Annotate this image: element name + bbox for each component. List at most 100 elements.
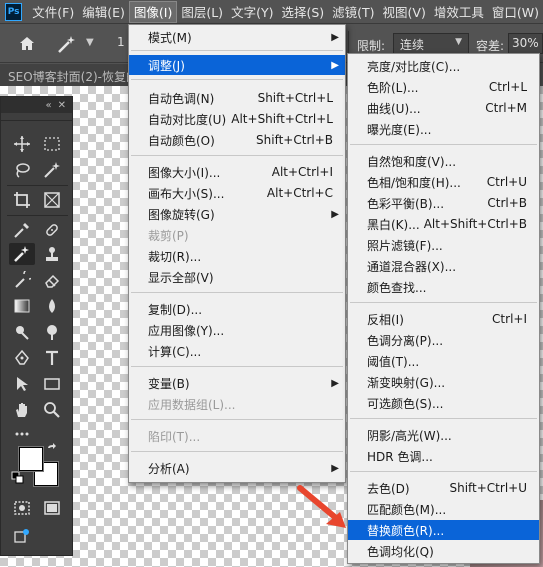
menu-item-label: 自然饱和度(V)...	[367, 154, 457, 169]
limit-select[interactable]: 连续 ▼	[393, 33, 469, 54]
menu-item-label: 分析(A)	[148, 461, 190, 476]
menu-item-hue-saturation[interactable]: 色相/饱和度(H)... Ctrl+U	[348, 172, 539, 192]
move-tool-icon[interactable]	[9, 133, 35, 155]
marquee-tool-icon[interactable]	[39, 133, 65, 155]
menu-item-duplicate[interactable]: 复制(D)...	[129, 299, 345, 319]
close-icon[interactable]: ✕	[58, 100, 66, 111]
foreground-color-swatch[interactable]	[19, 447, 43, 471]
menu-item-gradient-map[interactable]: 渐变映射(G)...	[348, 372, 539, 392]
divider	[131, 79, 343, 80]
menu-item-desaturate[interactable]: 去色(D) Shift+Ctrl+U	[348, 478, 539, 498]
adjustments-submenu: 亮度/对比度(C)... 色阶(L)... Ctrl+L 曲线(U)... Ct…	[347, 53, 540, 564]
menu-item-canvas-size[interactable]: 画布大小(S)... Alt+Ctrl+C	[129, 183, 345, 203]
swap-colors-icon[interactable]	[45, 442, 61, 458]
type-tool-icon[interactable]	[39, 347, 65, 369]
zoom-tool-icon[interactable]	[39, 399, 65, 421]
shortcut: Alt+Shift+Ctrl+L	[231, 112, 333, 126]
gradient-tool-icon[interactable]	[9, 295, 35, 317]
edit-toolbar-icon[interactable]	[9, 525, 35, 547]
eraser-tool-icon[interactable]	[39, 269, 65, 291]
history-brush-tool-icon[interactable]	[9, 269, 35, 291]
menu-item-image-rotation[interactable]: 图像旋转(G) ▶	[129, 204, 345, 224]
collapse-icon[interactable]: «	[45, 100, 51, 111]
menu-item-color-balance[interactable]: 色彩平衡(B)... Ctrl+B	[348, 193, 539, 213]
menu-type[interactable]: 文字(Y)	[227, 1, 277, 23]
menu-item-calculations[interactable]: 计算(C)...	[129, 341, 345, 361]
menu-item-trim[interactable]: 裁切(R)...	[129, 246, 345, 266]
stamp-tool-icon[interactable]	[39, 243, 65, 265]
pen-tool-icon[interactable]	[9, 347, 35, 369]
submenu-arrow-icon: ▶	[331, 377, 339, 389]
healing-brush-tool-icon[interactable]	[39, 219, 65, 241]
menu-item-reveal-all[interactable]: 显示全部(V)	[129, 267, 345, 287]
menu-item-label: 曲线(U)...	[367, 101, 421, 116]
photoshop-logo-icon: Ps	[5, 2, 23, 21]
menu-item-hdr-toning[interactable]: HDR 色调...	[348, 446, 539, 466]
menu-select[interactable]: 选择(S)	[277, 1, 328, 23]
menu-item-label: 亮度/对比度(C)...	[367, 59, 461, 74]
menu-item-apply-image[interactable]: 应用图像(Y)...	[129, 320, 345, 340]
menu-item-exposure[interactable]: 曝光度(E)...	[348, 119, 539, 139]
menu-item-shadows-highlights[interactable]: 阴影/高光(W)...	[348, 425, 539, 445]
menu-item-photo-filter[interactable]: 照片滤镜(F)...	[348, 235, 539, 255]
tolerance-field[interactable]: 30%	[508, 33, 543, 54]
frame-tool-icon[interactable]	[39, 189, 65, 211]
crop-tool-icon[interactable]	[9, 189, 35, 211]
menu-item-curves[interactable]: 曲线(U)... Ctrl+M	[348, 98, 539, 118]
menu-item-levels[interactable]: 色阶(L)... Ctrl+L	[348, 77, 539, 97]
menu-item-variables[interactable]: 变量(B) ▶	[129, 373, 345, 393]
menu-item-replace-color[interactable]: 替换颜色(R)...	[348, 520, 539, 540]
brush-tool-icon[interactable]	[9, 243, 35, 265]
menu-layer[interactable]: 图层(L)	[177, 1, 227, 23]
sponge-tool-icon[interactable]	[39, 321, 65, 343]
menu-item-match-color[interactable]: 匹配颜色(M)...	[348, 499, 539, 519]
more-tools-icon[interactable]	[9, 423, 35, 445]
menu-item-selective-color[interactable]: 可选颜色(S)...	[348, 393, 539, 413]
panel-grip[interactable]	[1, 113, 72, 121]
menu-item-channel-mixer[interactable]: 通道混合器(X)...	[348, 256, 539, 276]
menu-item-auto-color[interactable]: 自动颜色(O) Shift+Ctrl+B	[129, 130, 345, 150]
eyedropper-tool-icon[interactable]	[9, 219, 35, 241]
menu-item-vibrance[interactable]: 自然饱和度(V)...	[348, 151, 539, 171]
submenu-arrow-icon: ▶	[331, 31, 339, 43]
menu-item-threshold[interactable]: 阈值(T)...	[348, 351, 539, 371]
menu-plugins[interactable]: 增效工具	[430, 1, 488, 23]
default-colors-icon[interactable]	[11, 471, 25, 485]
dodge-tool-icon[interactable]	[9, 321, 35, 343]
menu-filter[interactable]: 滤镜(T)	[328, 1, 378, 23]
limit-label: 限制:	[357, 39, 386, 53]
menu-item-mode[interactable]: 模式(M) ▶	[129, 27, 345, 47]
menu-view[interactable]: 视图(V)	[379, 1, 430, 23]
menu-item-invert[interactable]: 反相(I) Ctrl+I	[348, 309, 539, 329]
menu-item-black-white[interactable]: 黑白(K)... Alt+Shift+Ctrl+B	[348, 214, 539, 234]
menu-item-analysis[interactable]: 分析(A) ▶	[129, 458, 345, 478]
menu-item-posterize[interactable]: 色调分离(P)...	[348, 330, 539, 350]
menu-file[interactable]: 文件(F)	[28, 1, 78, 23]
path-selection-tool-icon[interactable]	[9, 373, 35, 395]
menu-item-image-size[interactable]: 图像大小(I)... Alt+Ctrl+I	[129, 162, 345, 182]
chevron-down-icon[interactable]: ▼	[86, 37, 94, 48]
menu-window[interactable]: 窗口(W)	[488, 1, 543, 23]
home-icon[interactable]	[18, 35, 36, 53]
annotation-arrow-icon	[297, 485, 346, 528]
blur-tool-icon[interactable]	[39, 295, 65, 317]
menu-edit[interactable]: 编辑(E)	[78, 1, 129, 23]
menu-item-brightness-contrast[interactable]: 亮度/对比度(C)...	[348, 56, 539, 76]
menu-item-equalize[interactable]: 色调均化(Q)	[348, 541, 539, 561]
menu-item-trap: 陷印(T)...	[129, 426, 345, 446]
menu-item-label: 去色(D)	[367, 481, 410, 496]
lasso-tool-icon[interactable]	[9, 159, 35, 181]
magic-wand-tool-icon[interactable]	[39, 159, 65, 181]
document-tab[interactable]: SEO博客封面(2)-恢复的	[0, 64, 140, 86]
magic-wand-tool-preset-icon[interactable]	[56, 33, 78, 55]
menu-item-color-lookup[interactable]: 颜色查找...	[348, 277, 539, 297]
menu-item-adjustments[interactable]: 调整(J) ▶	[129, 55, 345, 75]
hand-tool-icon[interactable]	[9, 399, 35, 421]
menu-item-auto-tone[interactable]: 自动色调(N) Shift+Ctrl+L	[129, 88, 345, 108]
quick-mask-icon[interactable]	[9, 497, 35, 519]
menu-item-auto-contrast[interactable]: 自动对比度(U) Alt+Shift+Ctrl+L	[129, 109, 345, 129]
menu-image[interactable]: 图像(I)	[128, 0, 178, 23]
divider	[131, 419, 343, 420]
rectangle-tool-icon[interactable]	[39, 373, 65, 395]
screen-mode-icon[interactable]	[39, 497, 65, 519]
